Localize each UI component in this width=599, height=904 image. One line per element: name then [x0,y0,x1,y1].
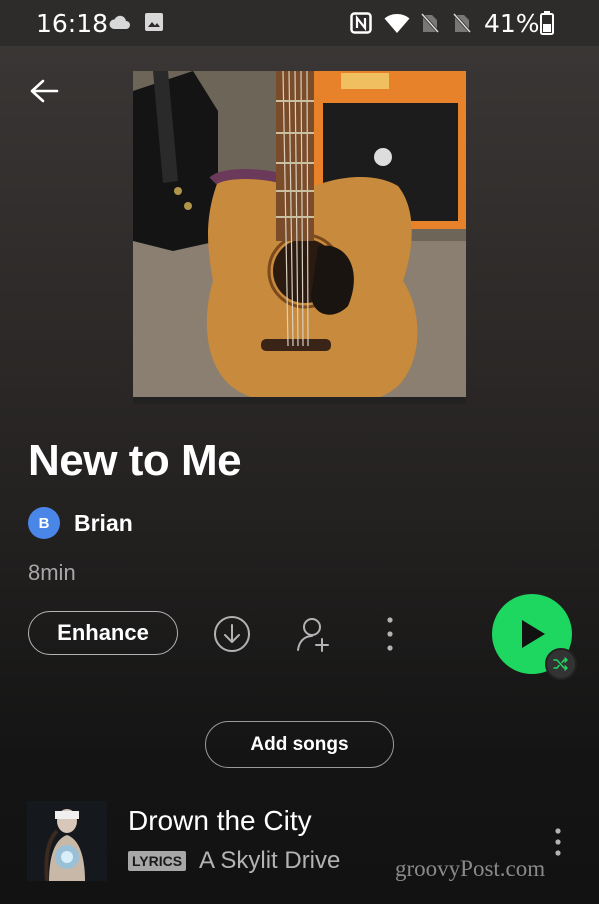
status-time: 16:18 [36,9,109,38]
status-bar: 16:18 41% [0,0,599,46]
image-icon [145,13,163,31]
playlist-cover-image [133,71,466,404]
more-vert-icon[interactable] [380,615,400,653]
shuffle-icon [553,657,568,671]
add-user-icon[interactable] [296,615,332,653]
download-icon[interactable] [213,615,251,653]
playlist-duration: 8min [28,560,76,585]
battery-icon [540,11,554,35]
shuffle-button[interactable] [545,648,577,680]
battery-percent: 41% [484,9,540,38]
cloud-icon [109,15,130,29]
nfc-icon [350,12,372,34]
owner-row[interactable]: B Brian [28,507,133,539]
enhance-button[interactable]: Enhance [28,611,178,655]
track-album-art [27,801,107,881]
no-sim-icon [452,12,472,34]
watermark: groovyPost.com [395,856,546,881]
play-icon [522,620,545,648]
lyrics-badge: LYRICS [128,851,187,871]
no-sim-icon [420,12,440,34]
playlist-title: New to Me [28,436,242,485]
add-songs-button[interactable]: Add songs [205,721,394,768]
back-arrow-icon[interactable] [24,72,64,112]
track-more-icon[interactable] [546,826,570,866]
track-title: Drown the City [128,805,312,836]
wifi-icon [384,14,410,33]
owner-name[interactable]: Brian [74,510,133,537]
track-artist: A Skylit Drive [199,847,341,874]
avatar[interactable]: B [28,507,60,539]
